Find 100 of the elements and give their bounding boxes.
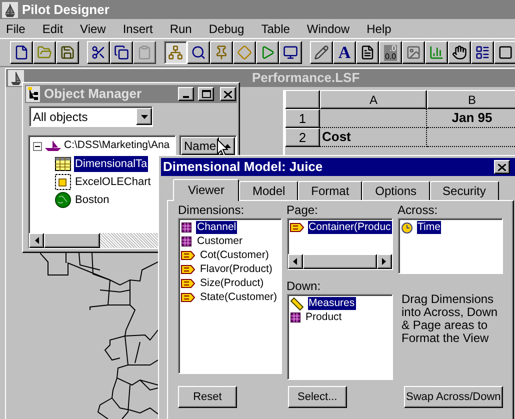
list-box[interactable]: Measures Product [286, 294, 393, 380]
zoom-icon [191, 45, 206, 60]
table-icon [55, 157, 71, 171]
dropdown[interactable]: All objects [29, 106, 153, 127]
scroll-left-button[interactable] [288, 254, 303, 269]
field-label: Down: [286, 279, 322, 293]
tag-icon [181, 279, 195, 288]
tree-item[interactable]: DimensionalTa [74, 156, 148, 172]
image-icon [406, 45, 421, 60]
list-item[interactable]: Product [304, 311, 343, 324]
menu-item[interactable]: Run [170, 20, 192, 38]
run-icon [260, 45, 275, 60]
left-arrow-icon [293, 258, 298, 265]
menu-item[interactable]: Edit [42, 20, 64, 38]
chart-icon [429, 45, 444, 60]
hint-text: Drag Dimensions into Across, Down & Page areas to Format the View [400, 293, 499, 345]
toolbar-button[interactable]: .0 0.0 [379, 41, 402, 64]
list-box[interactable]: Time [398, 218, 503, 274]
tab[interactable]: Format [298, 181, 362, 200]
dropdown-button[interactable] [136, 108, 152, 125]
close-icon [498, 164, 506, 170]
clock-icon [400, 222, 413, 234]
caret-icon [140, 114, 148, 118]
scroll-thumb[interactable] [44, 233, 100, 248]
column-header: B [427, 90, 515, 109]
menu-item[interactable]: View [80, 20, 106, 38]
list-item[interactable]: Channel [196, 221, 238, 234]
hand-icon [452, 45, 467, 60]
tree-item[interactable]: ExcelOLEChart [74, 174, 152, 190]
list-item[interactable]: Measures [308, 297, 356, 310]
list-item[interactable]: Size(Product) [199, 277, 265, 290]
list-item[interactable]: Time [416, 221, 442, 234]
horizontal-scrollbar[interactable] [288, 254, 392, 269]
pin-icon [214, 45, 229, 60]
list-item[interactable]: State(Customer) [199, 291, 278, 304]
dialog-button[interactable]: Select... [288, 386, 347, 408]
scroll-right-button[interactable] [376, 254, 392, 269]
tree-window-icon [26, 86, 40, 102]
minimize-button[interactable] [178, 87, 194, 101]
list-item[interactable]: Container(Produc [308, 221, 392, 234]
minus-icon [35, 144, 40, 148]
dialog-button[interactable]: Swap Across/Down [404, 386, 503, 408]
tag-icon [181, 265, 195, 274]
tag-icon [181, 293, 195, 302]
scroll-thumb[interactable] [302, 254, 377, 269]
collapse-toggle[interactable] [33, 142, 42, 150]
close-button[interactable] [220, 87, 236, 101]
toolbar-button[interactable]: A [333, 41, 356, 64]
close-icon [224, 90, 232, 98]
menu-item[interactable]: Window [306, 20, 350, 38]
list-item[interactable]: Customer [196, 235, 244, 248]
list-box[interactable]: Channel Customer Cot(Customer) Flavor(Product) Size(Product) State(Customer) [178, 218, 282, 374]
menu-item[interactable]: Table [261, 20, 290, 38]
window-title: Dimensional Model: Juice [163, 158, 324, 176]
table-cell: Jan 95 [427, 109, 515, 128]
ruler-icon [290, 296, 304, 310]
tab[interactable]: Viewer [173, 179, 240, 201]
tab[interactable]: Security [430, 181, 499, 200]
tree-item[interactable]: Boston [74, 192, 110, 208]
left-arrow-icon [34, 237, 38, 244]
right-arrow-icon [382, 258, 386, 265]
field-label: Dimensions: [178, 203, 246, 217]
form-icon [475, 45, 490, 60]
chart-object-icon [55, 174, 71, 190]
column-header[interactable]: Name [181, 137, 220, 155]
toolbar-button[interactable] [164, 41, 187, 64]
copy-icon [114, 45, 129, 60]
list-box[interactable]: Container(Produc [286, 218, 393, 270]
maximize-button[interactable] [198, 87, 214, 101]
list-item[interactable]: Flavor(Product) [199, 263, 274, 276]
cut-icon [91, 45, 106, 60]
button-label: 0.0 [384, 52, 396, 60]
tab[interactable]: Options [362, 181, 430, 200]
window-title: Pilot Designer [22, 0, 110, 19]
diamond-icon [237, 45, 252, 60]
dialog-button[interactable]: Reset [178, 386, 237, 408]
menu-item[interactable]: Insert [122, 20, 153, 38]
menu-item[interactable]: Help [366, 20, 392, 38]
column-header: A [320, 90, 427, 109]
menu-item[interactable]: Debug [208, 20, 244, 38]
list-item[interactable]: Cot(Customer) [199, 249, 270, 262]
tag-icon [290, 223, 304, 232]
document-icon [360, 45, 375, 60]
scroll-left-button[interactable] [29, 233, 44, 248]
computer-icon [283, 45, 298, 60]
field-label: Across: [398, 203, 439, 217]
ship-icon [44, 140, 62, 152]
close-button[interactable] [494, 160, 510, 174]
save-icon [60, 45, 75, 60]
tab[interactable]: Model [239, 181, 298, 200]
open-icon [37, 45, 52, 60]
document-title: Performance.LSF [252, 69, 360, 88]
paste-icon [137, 45, 152, 60]
tag-icon [181, 251, 195, 260]
cube-icon [181, 222, 192, 233]
menu-item[interactable]: File [6, 20, 26, 38]
new-icon [14, 45, 29, 60]
maximize-icon [202, 90, 210, 98]
cube-icon [181, 236, 192, 247]
tree-item[interactable]: C:\DSS\Marketing\Ana [64, 138, 170, 154]
